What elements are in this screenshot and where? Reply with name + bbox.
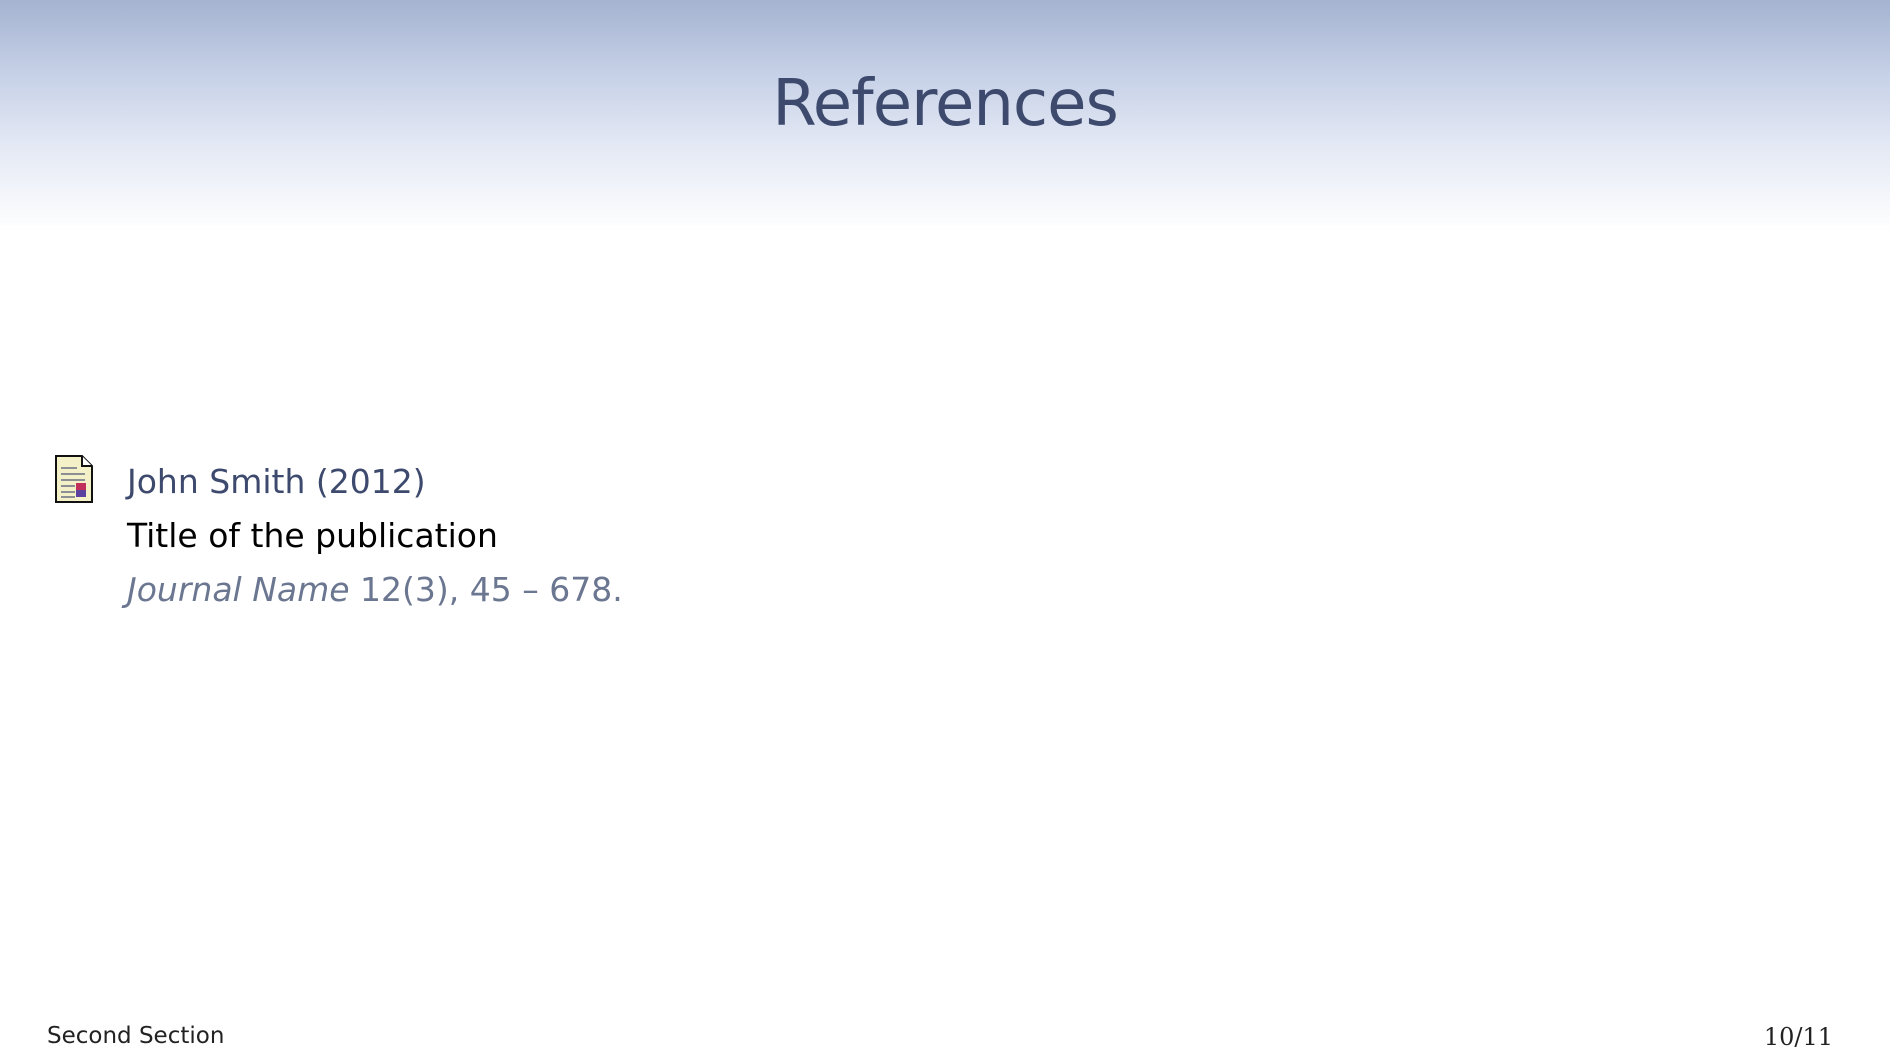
slide: References John Smith (2012) Title of th… (0, 0, 1890, 1063)
article-icon (55, 455, 93, 503)
reference-journal-line: Journal Name 12(3), 45 – 678. (127, 563, 623, 617)
footer-section: Second Section (47, 1023, 225, 1049)
slide-title: References (772, 67, 1119, 141)
bibliography-text: John Smith (2012) Title of the publicati… (127, 455, 623, 617)
footer-page-number: 10/11 (1763, 1023, 1833, 1051)
reference-author: John Smith (2012) (127, 462, 426, 501)
bibliography-entry: John Smith (2012) Title of the publicati… (55, 455, 955, 655)
reference-details: 12(3), 45 – 678. (349, 570, 623, 609)
reference-journal: Journal Name (127, 570, 350, 609)
reference-title: Title of the publication (127, 516, 498, 555)
slide-header: References (0, 0, 1890, 232)
